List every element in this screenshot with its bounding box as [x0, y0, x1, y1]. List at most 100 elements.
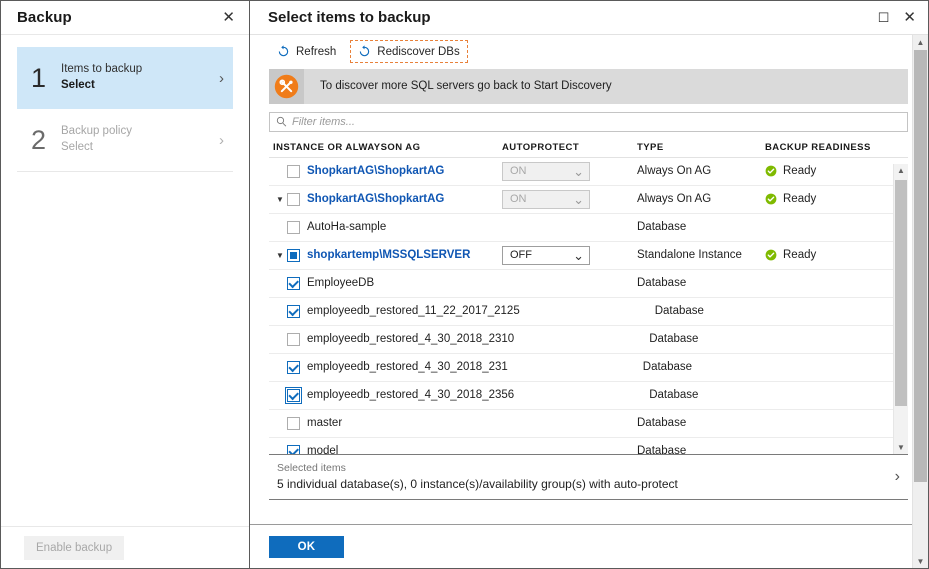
column-header-instance: INSTANCE OR ALWAYSON AG — [273, 141, 421, 153]
table-row[interactable]: ShopkartAG\ShopkartAG ON ⌄ Always On AG Read… — [269, 158, 908, 186]
row-label: employeedb_restored_11_22_2017_2125 — [307, 305, 520, 318]
table-row[interactable]: employeedb_restored_4_30_2018_231 Databas… — [269, 354, 908, 382]
row-checkbox[interactable] — [287, 164, 300, 178]
close-icon[interactable]: ✕ — [219, 8, 238, 27]
select-items-blade: Select items to backup ☐ ✕ Refresh Redis… — [250, 1, 928, 568]
cell-backup-readiness: Ready — [765, 242, 891, 269]
cell-type: Database — [637, 214, 765, 241]
row-checkbox[interactable] — [287, 192, 300, 206]
backup-blade-header: Backup ✕ — [1, 1, 249, 34]
row-label[interactable]: ShopkartAG\ShopkartAG — [300, 165, 444, 177]
scroll-up-arrow-icon[interactable]: ▲ — [913, 35, 928, 49]
cell-instance: employeedb_restored_4_30_2018_2356 — [269, 382, 514, 409]
backup-blade: Backup ✕ 1 Items to backup Select › 2 Ba… — [1, 1, 250, 568]
filter-container — [269, 111, 908, 132]
select-items-blade-header: Select items to backup ☐ ✕ — [250, 1, 928, 34]
scrollbar-thumb[interactable] — [914, 50, 927, 482]
readiness-value: Ready — [783, 193, 817, 206]
rediscover-dbs-button[interactable]: Rediscover DBs — [350, 40, 468, 64]
type-value: Database — [637, 445, 687, 454]
refresh-button[interactable]: Refresh — [269, 40, 344, 63]
scroll-up-arrow-icon[interactable]: ▲ — [894, 164, 908, 178]
cell-autoprotect — [502, 270, 637, 297]
filter-input[interactable] — [287, 114, 901, 129]
ok-button[interactable]: OK — [269, 535, 344, 558]
row-label[interactable]: shopkartemp\MSSQLSERVER — [300, 249, 470, 261]
sidebar-item-backup-policy[interactable]: 2 Backup policy Select › — [17, 109, 233, 171]
filter-box[interactable] — [269, 111, 908, 132]
step-text: Items to backup Select — [61, 62, 219, 93]
cell-type: Database — [637, 410, 765, 437]
cell-autoprotect: OFF ⌄ — [502, 242, 637, 269]
scroll-down-arrow-icon[interactable]: ▼ — [894, 440, 908, 454]
row-label[interactable]: ShopkartAG\ShopkartAG — [300, 193, 444, 205]
cell-instance: ▼ shopkartemp\MSSQLSERVER — [269, 242, 502, 269]
blade-scrollbar[interactable]: ▲ ▼ — [912, 35, 928, 568]
table-body: ShopkartAG\ShopkartAG ON ⌄ Always On AG Read… — [269, 158, 908, 454]
type-value: Always On AG — [637, 193, 712, 206]
sidebar-item-items-to-backup[interactable]: 1 Items to backup Select › — [17, 47, 233, 109]
cell-type: Always On AG — [637, 158, 765, 185]
page-title: Backup — [17, 9, 72, 26]
items-table: INSTANCE OR ALWAYSON AG AUTOPROTECT TYPE… — [269, 132, 908, 454]
cell-backup-readiness — [765, 214, 891, 241]
row-checkbox[interactable] — [287, 220, 300, 234]
expand-collapse-icon[interactable]: ▼ — [273, 251, 287, 260]
info-banner: To discover more SQL servers go back to … — [269, 68, 908, 104]
type-value: Database — [654, 305, 704, 318]
table-row[interactable]: model Database — [269, 438, 908, 454]
row-checkbox[interactable] — [287, 332, 300, 346]
autoprotect-dropdown: ON ⌄ — [502, 189, 590, 209]
table-scrollbar[interactable]: ▲ ▼ — [893, 163, 908, 454]
table-row[interactable]: employeedb_restored_11_22_2017_2125 Datab… — [269, 298, 908, 326]
table-row[interactable]: AutoHa-sample Database — [269, 214, 908, 242]
step-subtitle: Select — [61, 141, 93, 153]
expand-collapse-icon[interactable]: ▼ — [273, 195, 287, 204]
cell-autoprotect — [514, 382, 649, 409]
check-circle-icon — [765, 166, 777, 177]
cell-instance: employeedb_restored_4_30_2018_2310 — [269, 326, 514, 353]
type-value: Database — [649, 333, 699, 346]
row-checkbox[interactable] — [285, 386, 302, 404]
autoprotect-value: OFF — [510, 249, 532, 262]
cell-type: Database — [655, 298, 783, 325]
row-checkbox[interactable] — [287, 444, 300, 454]
cell-type: Standalone Instance — [637, 242, 765, 269]
chevron-right-icon: › — [219, 69, 224, 87]
chevron-down-icon: ⌄ — [573, 247, 584, 263]
type-value: Database — [637, 221, 687, 234]
table-row[interactable]: employeedb_restored_4_30_2018_2356 Databa… — [269, 382, 908, 410]
close-icon[interactable]: ✕ — [900, 8, 919, 27]
cell-autoprotect — [502, 214, 637, 241]
scrollbar-thumb[interactable] — [895, 179, 907, 406]
maximize-icon[interactable]: ☐ — [875, 9, 893, 26]
selected-items-label: Selected items — [277, 461, 346, 474]
row-label: EmployeeDB — [307, 277, 375, 290]
autoprotect-value: ON — [510, 193, 527, 206]
scroll-down-arrow-icon[interactable]: ▼ — [913, 554, 928, 568]
row-checkbox[interactable] — [287, 416, 300, 430]
cell-autoprotect: ON ⌄ — [502, 186, 637, 213]
status-badge: Ready — [765, 193, 816, 205]
row-checkbox[interactable] — [287, 276, 300, 290]
row-label: AutoHa-sample — [307, 221, 387, 234]
cell-type: Database — [637, 438, 765, 454]
row-checkbox[interactable] — [287, 360, 300, 374]
table-row[interactable]: master Database — [269, 410, 908, 438]
selected-items-value: 5 individual database(s), 0 instance(s)/… — [277, 476, 678, 491]
selected-items-summary[interactable]: Selected items 5 individual database(s),… — [269, 454, 908, 500]
row-label: employeedb_restored_4_30_2018_2356 — [307, 389, 515, 402]
chevron-down-icon: ⌄ — [573, 191, 584, 207]
cell-instance: employeedb_restored_11_22_2017_2125 — [269, 298, 520, 325]
row-checkbox[interactable] — [287, 304, 300, 318]
row-checkbox[interactable] — [287, 248, 300, 262]
tools-icon — [274, 74, 299, 99]
table-row[interactable]: EmployeeDB Database — [269, 270, 908, 298]
enable-backup-button[interactable]: Enable backup — [24, 535, 125, 560]
table-row[interactable]: employeedb_restored_4_30_2018_2310 Databa… — [269, 326, 908, 354]
table-row[interactable]: ▼ ShopkartAG\ShopkartAG ON ⌄ Always On AG Rea… — [269, 186, 908, 214]
autoprotect-dropdown[interactable]: OFF ⌄ — [502, 245, 590, 265]
table-row[interactable]: ▼ shopkartemp\MSSQLSERVER OFF ⌄ Standalone I… — [269, 242, 908, 270]
refresh-label: Refresh — [296, 45, 337, 58]
